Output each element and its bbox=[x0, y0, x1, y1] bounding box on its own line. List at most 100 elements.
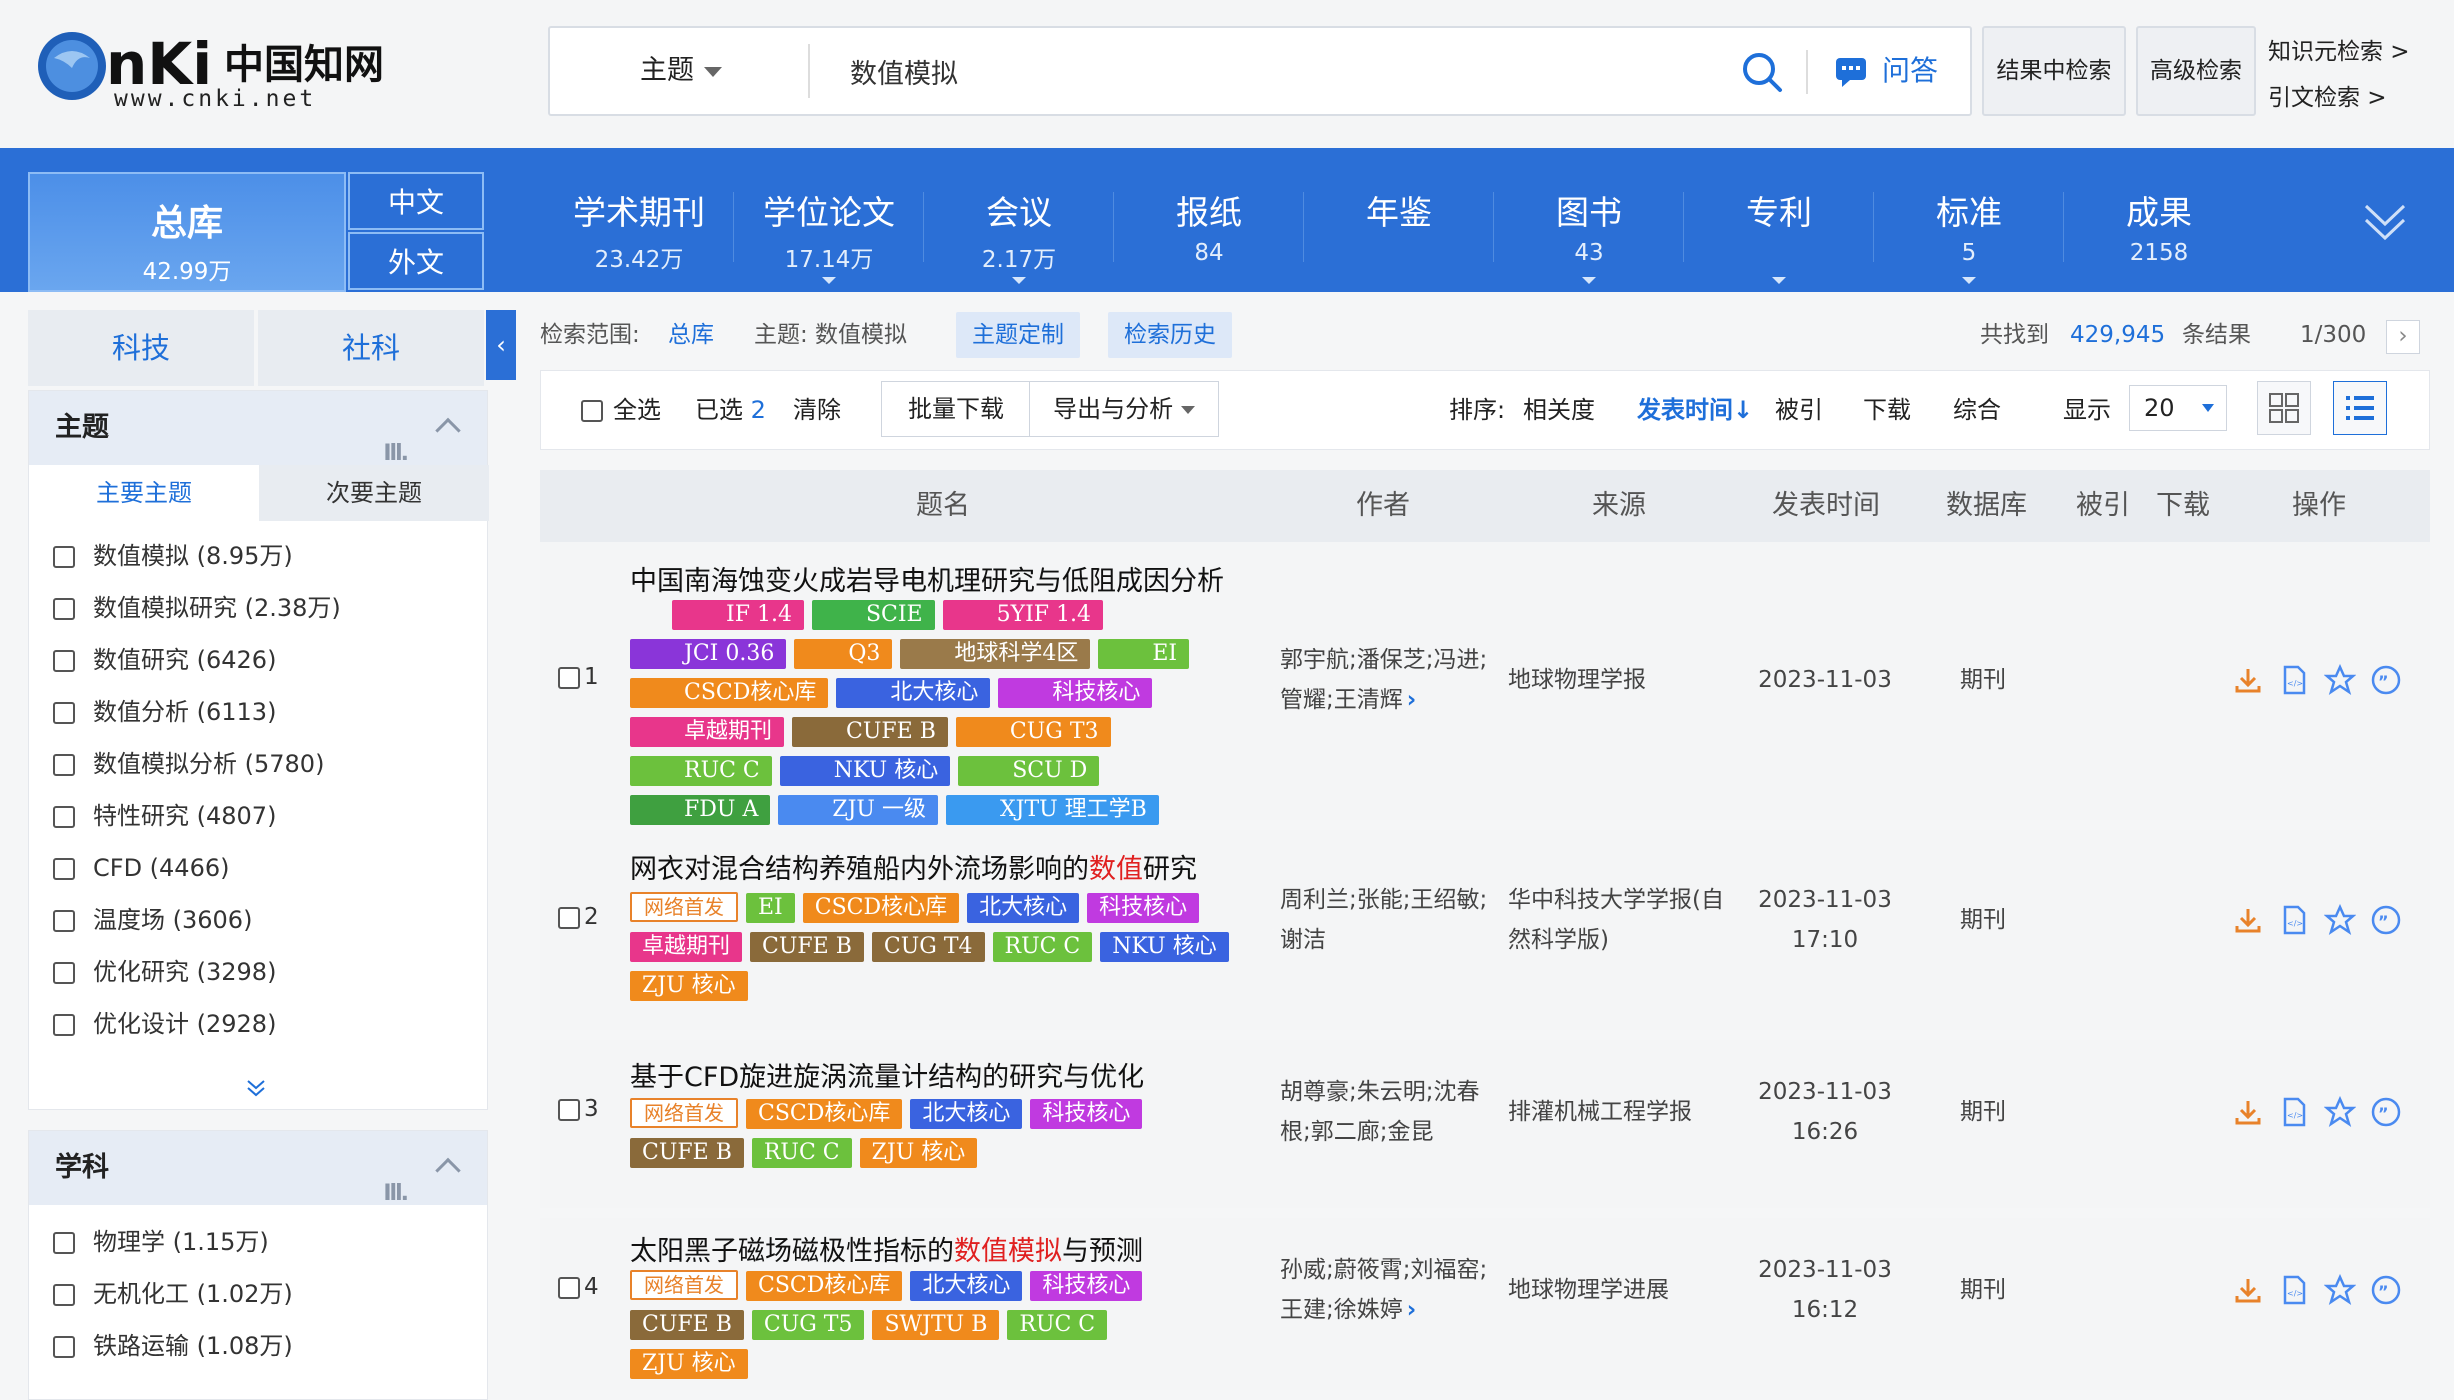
journal-tag[interactable]: EI bbox=[746, 893, 795, 923]
row-checkbox[interactable] bbox=[558, 1098, 580, 1121]
row-checkbox[interactable] bbox=[558, 1276, 580, 1299]
batch-download-button[interactable]: 批量下载 bbox=[881, 381, 1031, 437]
search-in-results-button[interactable]: 结果中检索 bbox=[1982, 26, 2126, 116]
journal-tag[interactable]: CUG T5 bbox=[751, 1310, 865, 1340]
journal-tag[interactable]: ZJU 核心 bbox=[630, 971, 748, 1001]
journal-tag[interactable]: 5YIF 1.4 bbox=[942, 600, 1104, 630]
journal-tag[interactable]: SCU D bbox=[958, 756, 1100, 786]
facet-item[interactable]: 优化设计 (2928) bbox=[53, 1007, 276, 1041]
collapse-sidebar-button[interactable]: ‹ bbox=[486, 310, 516, 380]
qa-button[interactable]: 问答 bbox=[1834, 28, 1938, 114]
facet-checkbox[interactable] bbox=[53, 1336, 75, 1358]
nav-item[interactable]: 标准 5 bbox=[1874, 172, 2064, 292]
facet-checkbox[interactable] bbox=[53, 806, 75, 828]
scope-value[interactable]: 总库 bbox=[668, 310, 714, 360]
journal-tag[interactable]: 科技核心 bbox=[1087, 893, 1200, 923]
result-source[interactable]: 华中科技大学学报(自然科学版) bbox=[1508, 880, 1738, 960]
result-source[interactable]: 地球物理学进展 bbox=[1508, 1270, 1738, 1310]
facet-subject-header[interactable]: 学科 Ill. bbox=[29, 1131, 487, 1206]
col-download[interactable]: 下载 bbox=[2156, 470, 2210, 542]
html-read-icon[interactable]: </> bbox=[2278, 1096, 2310, 1128]
facet-checkbox[interactable] bbox=[53, 1232, 75, 1254]
journal-tag[interactable]: CSCD核心库 bbox=[746, 1271, 903, 1301]
row-checkbox[interactable] bbox=[558, 906, 580, 929]
nav-item[interactable]: 报纸 84 bbox=[1114, 172, 1304, 292]
row-select[interactable]: 4 bbox=[558, 1274, 599, 1300]
quote-icon[interactable]: ” bbox=[2370, 1274, 2402, 1306]
search-input[interactable] bbox=[850, 40, 1660, 102]
export-analysis-button[interactable]: 导出与分析 bbox=[1029, 381, 1219, 437]
journal-tag[interactable]: RUC C bbox=[1007, 1310, 1108, 1340]
caret-down-icon[interactable] bbox=[822, 277, 836, 284]
cnki-logo[interactable]: nKi 中国知网 www.cnki.net bbox=[34, 24, 394, 114]
journal-tag[interactable]: CUFE B bbox=[630, 1310, 744, 1340]
result-title[interactable]: 基于CFD旋进旋涡流量计结构的研究与优化 bbox=[630, 1058, 1240, 1098]
facet-item[interactable]: 数值模拟分析 (5780) bbox=[53, 747, 324, 781]
chevron-up-icon[interactable] bbox=[435, 417, 461, 444]
nav-item[interactable]: 年鉴 bbox=[1304, 172, 1494, 292]
lang-foreign[interactable]: 外文 bbox=[348, 232, 484, 290]
journal-tag[interactable]: 科技核心 bbox=[1030, 1271, 1143, 1301]
journal-tag[interactable]: EI bbox=[1098, 639, 1190, 669]
next-page-button[interactable]: › bbox=[2386, 320, 2420, 354]
lang-chinese[interactable]: 中文 bbox=[348, 172, 484, 230]
search-icon[interactable] bbox=[1740, 50, 1784, 94]
nav-item[interactable]: 学位论文 17.14万 bbox=[734, 172, 924, 292]
tab-science[interactable]: 科技 bbox=[28, 310, 254, 386]
journal-tag[interactable]: 北大核心 bbox=[967, 893, 1080, 923]
grid-view-button[interactable] bbox=[2257, 381, 2311, 435]
facet-checkbox[interactable] bbox=[53, 1014, 75, 1036]
star-icon[interactable] bbox=[2323, 663, 2357, 696]
star-icon[interactable] bbox=[2323, 903, 2357, 936]
journal-tag[interactable]: CUFE B bbox=[750, 932, 864, 962]
clear-button[interactable]: 清除 bbox=[793, 371, 841, 449]
journal-tag[interactable]: JCI 0.36 bbox=[630, 639, 787, 669]
facet-checkbox[interactable] bbox=[53, 702, 75, 724]
caret-down-icon[interactable] bbox=[1012, 277, 1026, 284]
col-cited[interactable]: 被引 bbox=[2076, 470, 2130, 542]
nav-item[interactable]: 专利 bbox=[1684, 172, 1874, 292]
result-title[interactable]: 网衣对混合结构养殖船内外流场影响的数值研究 bbox=[630, 850, 1240, 890]
nav-item[interactable]: 会议 2.17万 bbox=[924, 172, 1114, 292]
col-source[interactable]: 来源 bbox=[1592, 470, 1646, 542]
search-field-select[interactable]: 主题 bbox=[640, 28, 722, 114]
journal-tag[interactable]: CSCD核心库 bbox=[630, 678, 829, 708]
journal-tag[interactable]: CUFE B bbox=[792, 717, 948, 747]
journal-tag[interactable]: 网络首发 bbox=[630, 1098, 738, 1128]
tab-social[interactable]: 社科 bbox=[258, 310, 484, 386]
journal-tag[interactable]: IF 1.4 bbox=[672, 600, 804, 630]
col-database[interactable]: 数据库 bbox=[1946, 470, 2027, 542]
journal-tag[interactable]: SCIE bbox=[811, 600, 935, 630]
journal-tag[interactable]: CSCD核心库 bbox=[746, 1099, 903, 1129]
journal-tag[interactable]: NKU 核心 bbox=[779, 756, 951, 786]
journal-tag[interactable]: Q3 bbox=[794, 639, 893, 669]
facet-item[interactable]: 数值模拟研究 (2.38万) bbox=[53, 591, 341, 625]
subtab-secondary-topic[interactable]: 次要主题 bbox=[259, 465, 489, 521]
page-size-select[interactable]: 20 bbox=[2129, 385, 2227, 431]
list-view-button[interactable] bbox=[2333, 381, 2387, 435]
journal-tag[interactable]: NKU 核心 bbox=[1100, 932, 1229, 962]
chevron-double-down-icon[interactable] bbox=[2360, 196, 2410, 246]
quote-icon[interactable]: ” bbox=[2370, 904, 2402, 936]
caret-down-icon[interactable] bbox=[1962, 277, 1976, 284]
journal-tag[interactable]: CSCD核心库 bbox=[802, 893, 960, 923]
journal-tag[interactable]: RUC C bbox=[630, 756, 772, 786]
download-icon[interactable] bbox=[2232, 1096, 2264, 1128]
facet-item[interactable]: 温度场 (3606) bbox=[53, 903, 252, 937]
facet-item[interactable]: 无机化工 (1.02万) bbox=[53, 1277, 293, 1311]
sort-composite[interactable]: 综合 bbox=[1953, 371, 2001, 449]
journal-tag[interactable]: 北大核心 bbox=[836, 678, 991, 708]
journal-tag[interactable]: ZJU 核心 bbox=[859, 1138, 978, 1168]
chevron-right-icon[interactable]: › bbox=[1407, 1297, 1416, 1323]
nav-total[interactable]: 总库 42.99万 bbox=[28, 172, 346, 292]
sort-relevance[interactable]: 相关度 bbox=[1523, 371, 1595, 449]
facet-checkbox[interactable] bbox=[53, 962, 75, 984]
col-title[interactable]: 题名 bbox=[916, 470, 970, 542]
citation-search-link[interactable]: 引文检索 > bbox=[2268, 78, 2387, 112]
row-select[interactable]: 3 bbox=[558, 1096, 599, 1122]
facet-item[interactable]: 数值分析 (6113) bbox=[53, 695, 276, 729]
facet-item[interactable]: 数值研究 (6426) bbox=[53, 643, 276, 677]
result-title[interactable]: 中国南海蚀变火成岩导电机理研究与低阻成因分析 bbox=[630, 562, 1240, 602]
facet-checkbox[interactable] bbox=[53, 858, 75, 880]
row-select[interactable]: 1 bbox=[558, 664, 599, 690]
